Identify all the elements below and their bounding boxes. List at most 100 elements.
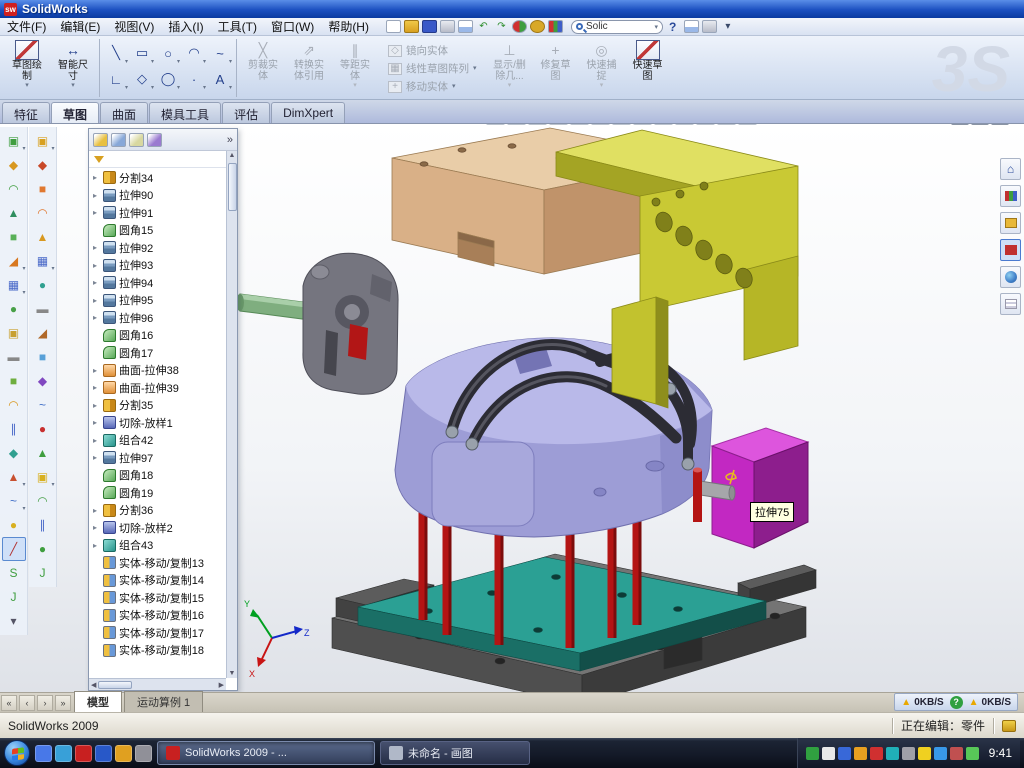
view-palette-icon[interactable] — [1000, 266, 1021, 288]
model-nav-0[interactable]: « — [1, 695, 17, 711]
expand-arrow-icon[interactable]: ▸ — [93, 523, 103, 532]
folder-shortcut-icon[interactable] — [115, 745, 132, 762]
tray-icon-1[interactable] — [822, 747, 835, 760]
dome-icon[interactable]: ◠ — [2, 393, 26, 417]
tree-item[interactable]: ▸组合42 — [89, 432, 226, 450]
revolved-boss-icon[interactable]: ◆ — [2, 153, 26, 177]
expand-arrow-icon[interactable]: ▸ — [93, 208, 103, 217]
tray-icon-0[interactable] — [806, 747, 819, 760]
expand-arrow-icon[interactable]: ▸ — [93, 401, 103, 410]
extruded-boss-icon[interactable]: ▣▾ — [2, 129, 26, 153]
filled-surface-icon[interactable]: ● — [31, 537, 55, 561]
dimension-icon[interactable]: ◆ — [31, 153, 55, 177]
show-desktop-icon[interactable] — [35, 745, 52, 762]
line-tool[interactable]: ╲▾ — [103, 40, 129, 66]
model-tab-运动算例 1[interactable]: 运动算例 1 — [124, 691, 203, 712]
fillet-icon[interactable]: ● — [2, 297, 26, 321]
tree-item[interactable]: ▸分割36 — [89, 502, 226, 520]
task-paint[interactable]: 未命名 - 画图 — [380, 741, 530, 765]
menu-窗口(W)[interactable]: 窗口(W) — [264, 17, 321, 36]
menu-文件(F)[interactable]: 文件(F) — [0, 17, 53, 36]
sketch-mode-icon[interactable]: ╱ — [2, 537, 26, 561]
trim-surface-icon[interactable]: ◢ — [31, 321, 55, 345]
search-dropdown-icon[interactable]: ▾ — [654, 23, 658, 31]
top-plate[interactable] — [392, 128, 702, 274]
centerline-tool[interactable]: ∟▾ — [103, 66, 129, 92]
rib-icon[interactable]: ▬ — [2, 345, 26, 369]
file-explorer-icon[interactable] — [1000, 212, 1021, 234]
tree-item[interactable]: ▸分割34 — [89, 169, 226, 187]
more-commands-icon[interactable]: ▾ — [720, 20, 735, 33]
expand-arrow-icon[interactable]: ▸ — [93, 261, 103, 270]
expand-arrow-icon[interactable]: ▸ — [93, 313, 103, 322]
search-input[interactable]: Solic — [586, 21, 651, 32]
dimxpertmanager-tab-icon[interactable] — [147, 133, 162, 147]
arc-tool[interactable]: ◠▾ — [181, 40, 207, 66]
tree-item[interactable]: 实体-移动/复制17 — [89, 624, 226, 642]
offset-surface-icon[interactable]: ● — [31, 273, 55, 297]
tree-vertical-scrollbar[interactable]: ▲ ▼ — [226, 151, 237, 678]
palette-icon[interactable] — [1000, 239, 1021, 261]
base-plate[interactable] — [332, 554, 816, 692]
tab-特征[interactable]: 特征 — [2, 102, 50, 123]
menu-帮助(H)[interactable]: 帮助(H) — [321, 17, 376, 36]
open-icon[interactable] — [404, 20, 419, 33]
tree-item[interactable]: 圆角17 — [89, 344, 226, 362]
tree-item[interactable]: 圆角19 — [89, 484, 226, 502]
tree-item[interactable]: ▸拉伸92 — [89, 239, 226, 257]
expand-arrow-icon[interactable]: ▸ — [93, 173, 103, 182]
tree-item[interactable]: ▸切除-放样1 — [89, 414, 226, 432]
delete-face-icon[interactable]: ● — [31, 417, 55, 441]
untrim-surface-icon[interactable]: ◠ — [31, 489, 55, 513]
boundary-boss-icon[interactable]: ■ — [2, 225, 26, 249]
tray-icon-5[interactable] — [886, 747, 899, 760]
featuremanager-tab-icon[interactable] — [93, 133, 108, 147]
lofted-boss-icon[interactable]: ▲ — [2, 201, 26, 225]
tree-item[interactable]: ▸分割35 — [89, 397, 226, 415]
tree-horizontal-scrollbar[interactable]: ◀ ▶ — [89, 678, 226, 690]
start-button[interactable] — [4, 740, 30, 766]
tree-item[interactable]: ▸切除-放样2 — [89, 519, 226, 537]
scroll-up-icon[interactable]: ▲ — [229, 152, 236, 159]
menu-插入(I)[interactable]: 插入(I) — [161, 17, 210, 36]
linear-pattern-icon[interactable]: ▦▾ — [2, 273, 26, 297]
text-tool[interactable]: A▾ — [207, 66, 233, 92]
color-swatch-icon[interactable] — [548, 20, 563, 33]
expand-arrow-icon[interactable]: ▸ — [93, 383, 103, 392]
smart-dimension-button[interactable]: ↔智能尺寸▾ — [50, 38, 96, 89]
new-document-icon[interactable] — [386, 20, 401, 33]
tab-曲面[interactable]: 曲面 — [100, 102, 148, 123]
ruled-surface-icon[interactable]: ∥ — [31, 513, 55, 537]
options-icon[interactable] — [530, 20, 545, 33]
expand-arrow-icon[interactable]: ▸ — [93, 506, 103, 515]
tree-item[interactable]: ▸拉伸90 — [89, 187, 226, 205]
shell-icon[interactable]: ■ — [2, 369, 26, 393]
model-nav-1[interactable]: ‹ — [19, 695, 35, 711]
menu-工具(T)[interactable]: 工具(T) — [211, 17, 264, 36]
tree-item[interactable]: ▸曲面-拉伸38 — [89, 362, 226, 380]
spline-tools-icon[interactable]: J — [31, 561, 55, 585]
tray-icon-7[interactable] — [918, 747, 931, 760]
extend-surface-icon[interactable]: ▣▾ — [31, 465, 55, 489]
scroll-thumb[interactable] — [98, 681, 132, 689]
jog-line-icon[interactable]: J — [2, 585, 26, 609]
display-pane-icon[interactable] — [684, 20, 699, 33]
sketch-entities-icon[interactable]: ▣▾ — [31, 129, 55, 153]
tree-item[interactable]: ▸拉伸95 — [89, 292, 226, 310]
mold-body[interactable] — [395, 338, 712, 537]
network-help-icon[interactable]: ? — [950, 696, 963, 709]
propertymanager-tab-icon[interactable] — [111, 133, 126, 147]
design-library-icon[interactable] — [1000, 185, 1021, 207]
tree-item[interactable]: 圆角15 — [89, 222, 226, 240]
tree-item[interactable]: 实体-移动/复制15 — [89, 589, 226, 607]
ellipse-tool[interactable]: ◯▾ — [155, 66, 181, 92]
expand-arrow-icon[interactable]: ▸ — [93, 296, 103, 305]
tray-icon-9[interactable] — [950, 747, 963, 760]
side-block[interactable] — [712, 428, 808, 548]
tree-item[interactable]: ▸拉伸94 — [89, 274, 226, 292]
tree-item[interactable]: ▸拉伸97 — [89, 449, 226, 467]
polygon-tool[interactable]: ◇▾ — [129, 66, 155, 92]
tree-item[interactable]: 圆角18 — [89, 467, 226, 485]
rectangle-tool[interactable]: ▭▾ — [129, 40, 155, 66]
browser-icon[interactable] — [55, 745, 72, 762]
